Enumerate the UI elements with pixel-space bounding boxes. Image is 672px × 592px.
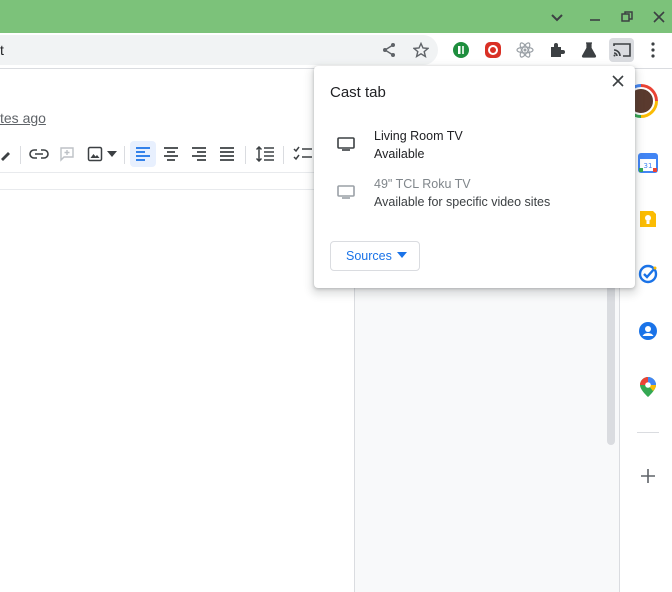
last-edit-link[interactable]: tes ago [0, 110, 46, 126]
labs-flask-icon[interactable] [579, 40, 599, 60]
cast-icon[interactable] [612, 40, 632, 60]
tv-icon [336, 184, 356, 200]
close-icon[interactable] [609, 72, 627, 90]
sink-status: Available [374, 147, 425, 161]
close-window-icon[interactable] [650, 8, 668, 26]
bookmark-star-icon[interactable] [411, 40, 431, 60]
kebab-menu-icon[interactable] [643, 40, 663, 60]
cast-dialog-title: Cast tab [330, 84, 386, 101]
document-canvas[interactable] [0, 190, 354, 592]
chevron-down-icon [397, 252, 407, 258]
title-bar [0, 0, 672, 33]
maps-icon[interactable] [638, 377, 658, 397]
restore-icon[interactable] [618, 8, 636, 26]
extension-red-icon[interactable] [483, 40, 503, 60]
scrollbar[interactable] [607, 285, 615, 445]
address-bar-text: t [0, 42, 4, 58]
toolbar-divider [20, 146, 21, 164]
svg-text:31: 31 [644, 162, 653, 170]
keep-icon[interactable] [638, 209, 658, 229]
add-comment-icon[interactable] [57, 145, 77, 163]
line-spacing-icon[interactable] [255, 145, 275, 163]
align-left-button[interactable] [130, 141, 156, 167]
share-icon[interactable] [379, 40, 399, 60]
ruler [0, 172, 354, 190]
tv-icon [336, 136, 356, 152]
calendar-icon[interactable]: 31 [638, 153, 658, 173]
image-dropdown-caret-icon[interactable] [102, 145, 122, 163]
minimize-icon[interactable] [586, 8, 604, 26]
checklist-icon[interactable] [293, 145, 313, 163]
chevron-down-icon[interactable] [548, 8, 566, 26]
align-right-icon[interactable] [189, 145, 209, 163]
justify-icon[interactable] [217, 145, 237, 163]
sink-tcl-roku-tv[interactable]: 49" TCL Roku TV [374, 177, 471, 191]
sink-living-room-tv[interactable]: Living Room TV [374, 129, 463, 143]
extension-green-icon[interactable] [451, 40, 471, 60]
sink-status: Available for specific video sites [374, 195, 551, 209]
toolbar-divider [124, 146, 125, 164]
insert-link-icon[interactable] [29, 145, 49, 163]
react-devtools-icon[interactable] [515, 40, 535, 60]
extensions-puzzle-icon[interactable] [547, 40, 567, 60]
toolbar-divider [283, 146, 284, 164]
tasks-icon[interactable] [638, 264, 658, 284]
sources-button-label: Sources [346, 249, 392, 263]
address-bar[interactable] [0, 35, 438, 65]
rail-divider [637, 432, 659, 433]
contacts-icon[interactable] [638, 321, 658, 341]
add-icon[interactable] [638, 466, 658, 486]
toolbar-divider [245, 146, 246, 164]
paint-format-icon[interactable] [0, 145, 16, 163]
side-panel [354, 285, 619, 592]
align-center-icon[interactable] [161, 145, 181, 163]
